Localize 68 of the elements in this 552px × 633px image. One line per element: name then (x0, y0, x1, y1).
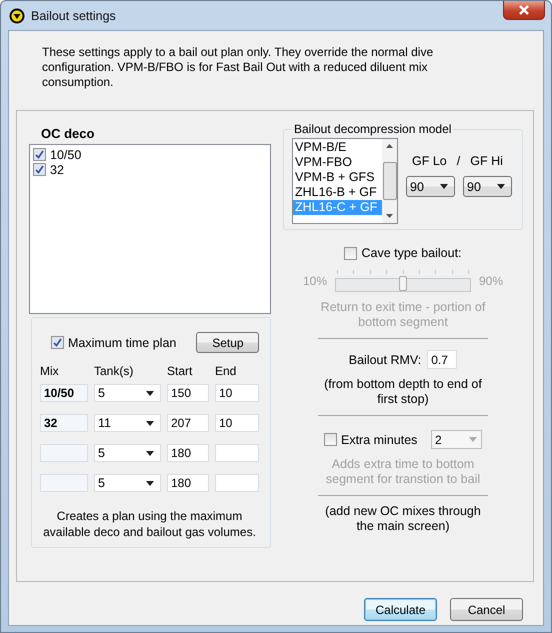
cave-bailout-label: Cave type bailout: (361, 246, 462, 260)
gf-hi-label: GF Hi (470, 154, 503, 168)
rmv-field[interactable]: 0.7 (427, 350, 458, 369)
start-field[interactable]: 180 (167, 474, 209, 492)
oc-deco-list[interactable]: 10/50 32 (29, 144, 271, 314)
checkbox[interactable] (51, 336, 64, 349)
mix-field: 32 (40, 414, 88, 432)
intro-text: These settings apply to a bail out plan only. They override the normal dive configuration. VPM-B/FBO is for Fast Bail Out with a reduced diluent mix consumption. (42, 45, 434, 90)
footer-note: (add new OC mixes through the main screen) (324, 504, 482, 534)
max-time-plan-label: Maximum time plan (68, 336, 176, 350)
oc-deco-label: OC deco (41, 126, 96, 141)
calculate-button[interactable]: Calculate (364, 598, 437, 621)
model-list-item[interactable]: VPM-FBO (293, 155, 382, 170)
gas-mix-label: 10/50 (50, 148, 82, 162)
mix-field (40, 444, 88, 462)
checkbox[interactable] (33, 148, 46, 161)
app-icon (9, 8, 25, 24)
end-field[interactable]: 10 (215, 384, 259, 402)
start-field[interactable]: 150 (167, 384, 209, 402)
dropdown-arrow-icon (440, 184, 448, 189)
tank-dropdown[interactable]: 5 (94, 474, 161, 492)
model-list-item[interactable]: ZHL16-B + GF (293, 185, 382, 200)
model-list-item[interactable]: VPM-B/E (293, 140, 382, 155)
column-header: Tank(s) (94, 364, 134, 380)
gf-lo-dropdown[interactable]: 90 (406, 176, 455, 197)
tank-dropdown[interactable]: 11 (94, 414, 161, 432)
column-header: End (215, 364, 238, 380)
extra-minutes-description: Adds extra time to bottom segment for transtion to bail (324, 457, 482, 487)
dropdown-arrow-icon (146, 420, 154, 426)
model-list-item[interactable]: VPM-B + GFS (293, 170, 382, 185)
extra-minutes-label: Extra minutes (341, 432, 418, 446)
window-title: Bailout settings (31, 8, 116, 22)
cancel-button[interactable]: Cancel (450, 598, 523, 621)
model-group-label: Bailout decompression model (293, 122, 452, 136)
dropdown-arrow-icon (146, 390, 154, 396)
close-icon (519, 5, 529, 15)
start-field[interactable]: 207 (167, 414, 209, 432)
dropdown-arrow-icon (146, 450, 154, 456)
mix-field (40, 474, 88, 492)
rmv-note: (from bottom depth to end of first stop) (323, 377, 483, 407)
gf-separator: / (456, 154, 460, 168)
end-field[interactable] (215, 474, 259, 492)
scroll-up-icon[interactable] (386, 144, 393, 148)
tank-dropdown[interactable]: 5 (94, 444, 161, 462)
tank-dropdown[interactable]: 5 (94, 384, 161, 402)
start-field[interactable]: 180 (167, 444, 209, 462)
max-plan-note: Creates a plan using the maximum available deco and bailout gas volumes. (42, 508, 257, 540)
column-header: Mix (40, 364, 60, 380)
model-list[interactable]: VPM-B/E VPM-FBO VPM-B + GFS ZHL16-B + GF ZHL16-C + GF (292, 138, 398, 224)
dropdown-arrow-icon (146, 480, 154, 486)
close-button[interactable] (503, 1, 545, 20)
cave-description: Return to exit time - portion of bottom segment (320, 300, 486, 330)
end-field[interactable] (215, 444, 259, 462)
setup-button[interactable]: Setup (196, 332, 260, 353)
gf-lo-label: GF Lo (412, 154, 447, 168)
scroll-down-icon[interactable] (386, 214, 393, 218)
dropdown-arrow-icon (497, 184, 505, 189)
mix-field: 10/50 (40, 384, 88, 402)
rmv-label: Bailout RMV: (348, 352, 422, 366)
slider-min-label: 10% (302, 274, 327, 288)
scrollbar[interactable] (382, 139, 397, 223)
column-header: Start (167, 364, 194, 380)
end-field[interactable]: 10 (215, 414, 259, 432)
slider-max-label: 90% (479, 274, 504, 288)
checkbox[interactable] (33, 163, 46, 176)
gas-mix-label: 32 (50, 162, 64, 176)
gf-hi-dropdown[interactable]: 90 (463, 176, 512, 197)
dropdown-arrow-icon (469, 437, 477, 442)
